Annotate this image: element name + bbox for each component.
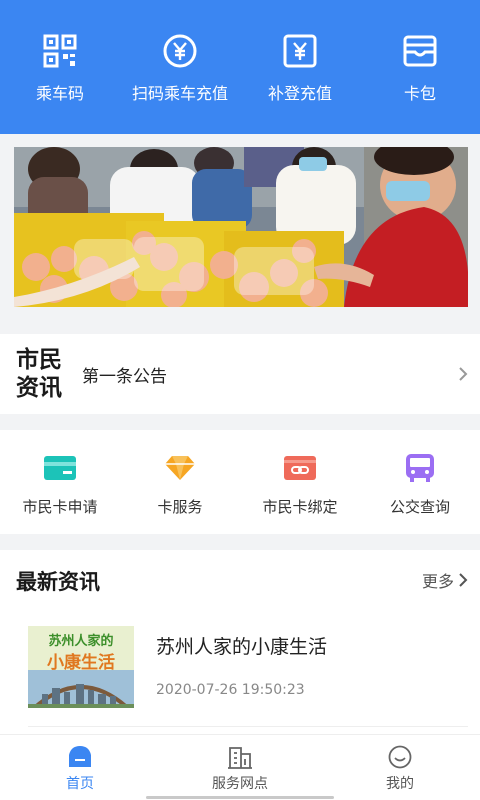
nav-home[interactable]: 首页: [20, 745, 140, 793]
card-wallet-label: 卡包: [403, 84, 436, 103]
yuan-circle-icon: [161, 32, 199, 70]
scan-ride-topup-button[interactable]: 扫码乘车充值: [120, 32, 240, 112]
ride-code-label: 乘车码: [35, 84, 84, 103]
bus-query-label: 公交查询: [389, 498, 450, 516]
more-news-label: 更多: [421, 572, 454, 591]
bus-icon: [403, 452, 437, 484]
latest-news-section: 最新资讯 更多 苏州人家的 小康生活 苏州人家的小康生活 2020-07-26 …: [0, 550, 480, 750]
citizen-card-bind-button[interactable]: 市民卡绑定: [240, 452, 360, 517]
smile-icon: [388, 745, 412, 769]
notice-title-line1: 市民: [16, 347, 62, 373]
supplement-topup-button[interactable]: 补登充值: [240, 32, 360, 112]
link-card-icon: [283, 452, 317, 484]
wallet-icon: [401, 32, 439, 70]
card-service-button[interactable]: 卡服务: [120, 452, 240, 517]
diamond-icon: [163, 452, 197, 484]
citizen-card-apply-button[interactable]: 市民卡申请: [0, 452, 120, 517]
nav-service-outlets[interactable]: 服务网点: [180, 745, 300, 793]
news-thumbnail: 苏州人家的 小康生活: [28, 626, 134, 708]
more-news-link[interactable]: 更多: [422, 568, 468, 592]
nav-mine[interactable]: 我的: [340, 745, 460, 793]
citizen-news-notice[interactable]: 市民 资讯 第一条公告: [0, 334, 480, 414]
nav-mine-label: 我的: [386, 776, 414, 792]
chevron-right-icon: [458, 572, 468, 588]
news-timestamp: 2020-07-26 19:50:23: [156, 682, 305, 698]
banner-image: [14, 147, 468, 307]
supplement-topup-label: 补登充值: [267, 84, 332, 103]
notice-content: 第一条公告: [82, 367, 167, 387]
promo-banner[interactable]: [14, 147, 468, 307]
notice-title: 市民 资讯: [16, 346, 70, 402]
news-title: 苏州人家的小康生活: [156, 636, 328, 658]
divider: [28, 726, 468, 727]
ride-code-button[interactable]: 乘车码: [0, 32, 120, 112]
news-list-item[interactable]: 苏州人家的 小康生活 苏州人家的小康生活 2020-07-26 19:50:23: [28, 626, 468, 726]
services-grid: 市民卡申请 卡服务 市民卡绑定 公交查询: [0, 430, 480, 534]
citizen-card-apply-label: 市民卡申请: [22, 498, 98, 516]
card-icon: [43, 452, 77, 484]
bus-query-button[interactable]: 公交查询: [360, 452, 480, 517]
notice-title-line2: 资讯: [16, 375, 62, 401]
thumb-caption-line1: 苏州人家的: [48, 634, 114, 649]
yuan-square-icon: [281, 32, 319, 70]
scan-ride-topup-label: 扫码乘车充值: [131, 84, 228, 103]
qr-code-icon: [41, 32, 79, 70]
bottom-navigation: 首页 服务网点 我的: [0, 734, 480, 800]
latest-news-heading: 最新资讯: [16, 570, 100, 594]
nav-service-outlets-label: 服务网点: [212, 776, 268, 792]
citizen-card-bind-label: 市民卡绑定: [262, 498, 338, 516]
home-icon: [67, 745, 93, 769]
building-icon: [227, 745, 253, 769]
card-service-label: 卡服务: [157, 498, 203, 516]
home-indicator: [146, 796, 334, 799]
chevron-right-icon: [458, 366, 468, 386]
top-header: 乘车码 扫码乘车充值 补登充值 卡包: [0, 0, 480, 134]
card-wallet-button[interactable]: 卡包: [360, 32, 480, 112]
nav-home-label: 首页: [66, 776, 94, 792]
city-skyline-image: [28, 670, 134, 708]
